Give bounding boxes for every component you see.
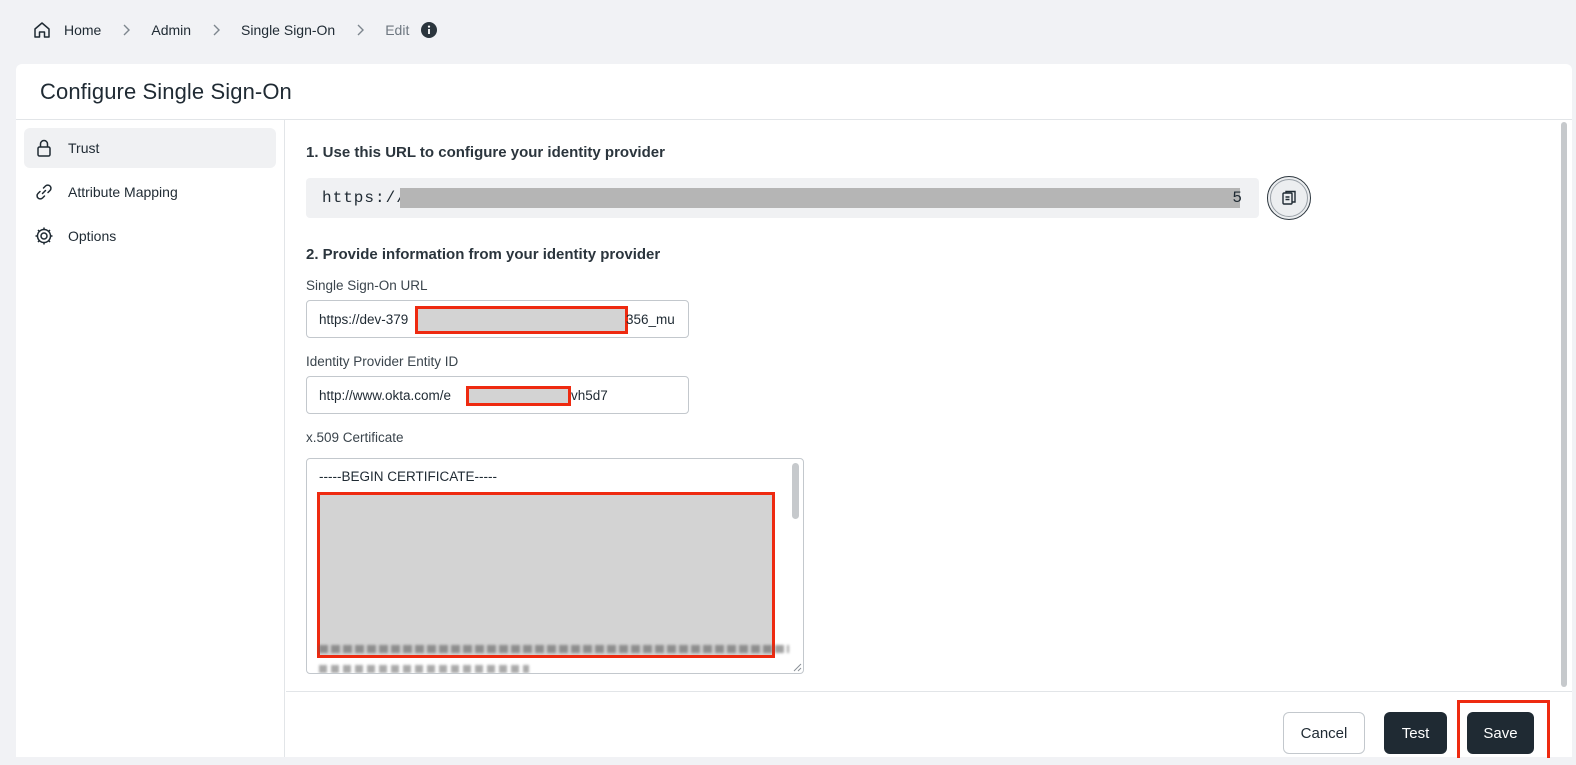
chevron-right-icon (123, 24, 131, 36)
breadcrumb-home-label[interactable]: Home (64, 22, 101, 38)
chevron-right-icon (213, 24, 221, 36)
breadcrumb-home[interactable]: Home (32, 20, 101, 40)
redaction-highlight (466, 386, 571, 406)
textarea-scroll-thumb[interactable] (792, 463, 799, 519)
acs-url-prefix: https:// (322, 189, 407, 207)
step2-section: 2. Provide information from your identit… (306, 246, 1536, 674)
redaction-block (400, 188, 1240, 208)
redaction-highlight (317, 492, 775, 658)
sidebar-item-label: Options (68, 228, 117, 244)
resize-handle-icon[interactable] (792, 662, 802, 672)
entity-id-value-start: http://www.okta.com/e (319, 387, 452, 403)
copy-url-button[interactable] (1267, 176, 1311, 220)
entity-id-value-end: vh5d7 (571, 387, 608, 403)
form-scroll-area: 1. Use this URL to configure your identi… (286, 120, 1556, 691)
sso-url-value-end: 356_mu (626, 311, 675, 327)
step2-title: 2. Provide information from your identit… (306, 246, 661, 263)
sidebar-item-label: Attribute Mapping (68, 184, 178, 200)
form-footer: Cancel Test Save (286, 691, 1572, 758)
entity-id-input[interactable]: http://www.okta.com/e vh5d7 (306, 376, 689, 414)
main-scrollbar[interactable] (1560, 122, 1568, 687)
test-button[interactable]: Test (1384, 712, 1447, 754)
copy-button-ring (1270, 179, 1308, 217)
sidebar-item-trust[interactable]: Trust (24, 128, 276, 168)
acs-url-row: https:// 5 (306, 176, 1536, 220)
sidebar-item-label: Trust (68, 140, 100, 156)
info-icon[interactable] (421, 22, 438, 38)
redaction-highlight (415, 306, 628, 334)
certificate-label: x.509 Certificate (306, 430, 404, 445)
home-icon (34, 22, 50, 38)
link-icon (34, 182, 54, 202)
entity-id-label: Identity Provider Entity ID (306, 354, 459, 369)
chevron-right-icon (357, 24, 365, 36)
main-scroll-thumb[interactable] (1561, 122, 1567, 687)
certificate-obscured-line (319, 645, 789, 653)
main-panel: 1. Use this URL to configure your identi… (286, 120, 1572, 758)
clipboard-icon (1282, 190, 1296, 205)
config-card: Configure Single Sign-On Trust Attribute… (16, 64, 1572, 758)
save-button[interactable]: Save (1467, 712, 1534, 754)
cancel-button[interactable]: Cancel (1283, 712, 1365, 754)
certificate-obscured-line (319, 665, 529, 673)
sso-url-input[interactable]: https://dev-379 356_mu (306, 300, 689, 338)
breadcrumb-admin[interactable]: Admin (151, 22, 191, 38)
breadcrumb: Home Admin Single Sign-On Edit (32, 18, 438, 42)
sidebar-item-attribute-mapping[interactable]: Attribute Mapping (24, 172, 276, 212)
certificate-textarea[interactable]: -----BEGIN CERTIFICATE----- (306, 458, 804, 674)
sso-url-label: Single Sign-On URL (306, 278, 428, 293)
sidebar: Trust Attribute Mapping Options (16, 120, 285, 757)
step1-title: 1. Use this URL to configure your identi… (306, 144, 665, 161)
acs-url-display: https:// 5 (306, 178, 1259, 218)
acs-url-suffix: 5 (1232, 189, 1243, 207)
textarea-scrollbar[interactable] (791, 461, 801, 671)
breadcrumb-sso[interactable]: Single Sign-On (241, 22, 335, 38)
gear-icon (34, 226, 54, 246)
page-title: Configure Single Sign-On (40, 78, 292, 104)
sso-url-value-start: https://dev-379 (319, 311, 409, 327)
breadcrumb-current: Edit (385, 22, 410, 38)
certificate-first-line: -----BEGIN CERTIFICATE----- (319, 469, 497, 484)
sidebar-item-options[interactable]: Options (24, 216, 276, 256)
card-header: Configure Single Sign-On (16, 64, 1572, 120)
lock-icon (34, 138, 54, 158)
